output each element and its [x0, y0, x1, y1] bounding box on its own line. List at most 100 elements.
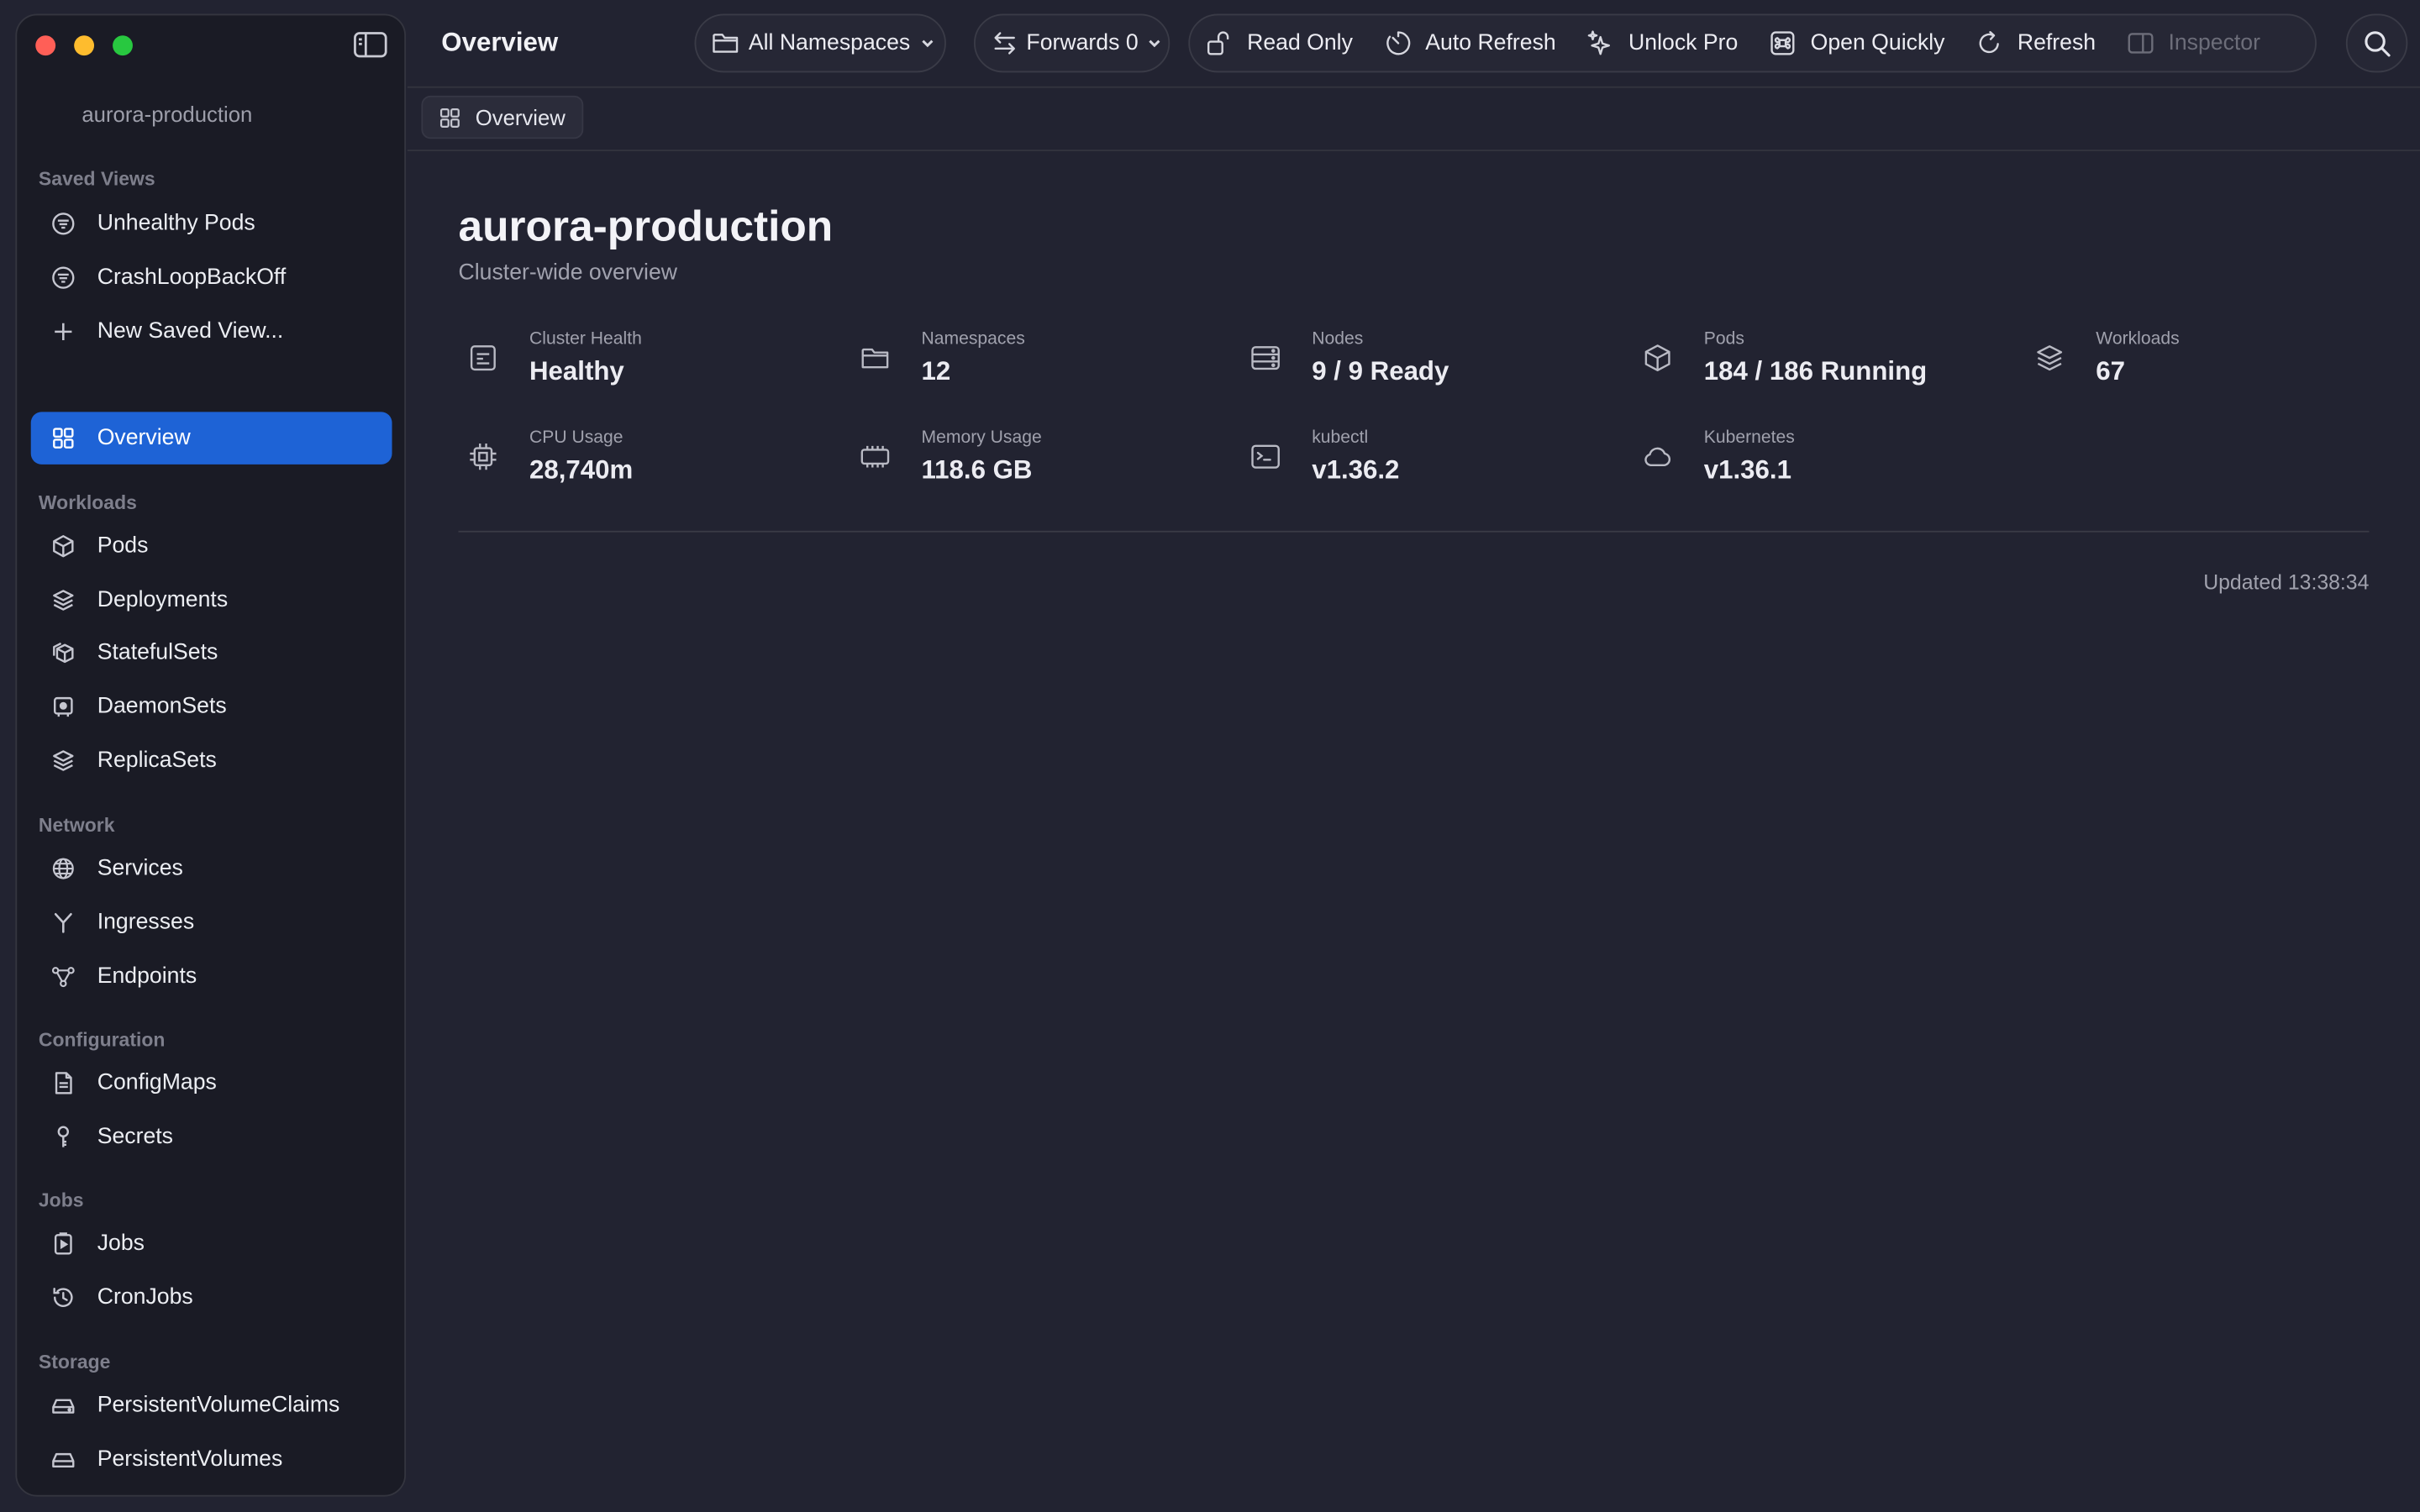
- sidebar-item-label: Endpoints: [97, 963, 197, 990]
- layers-icon: [2034, 343, 2065, 374]
- sidebar-item-configmaps[interactable]: ConfigMaps: [31, 1057, 392, 1109]
- sidebar-item-label: Overview: [97, 425, 191, 451]
- app-window: aurora-production Saved Views Unhealthy …: [0, 0, 2420, 1512]
- breadcrumb: Overview: [407, 88, 2420, 151]
- forwards-count: Forwards 0: [1026, 30, 1139, 56]
- stat-value: 184 / 186 Running: [1703, 356, 1928, 386]
- sidebar-item-label: StatefulSets: [97, 640, 218, 665]
- sidebar-item-endpoints[interactable]: Endpoints: [31, 950, 392, 1002]
- server-icon: [1250, 343, 1281, 374]
- updated-timestamp: Updated 13:38:34: [2203, 570, 2370, 595]
- stat-kubectl: kubectl v1.36.2: [1241, 429, 1612, 497]
- arrows-left-right-icon: [994, 32, 1015, 55]
- cluster-heading: aurora-production: [458, 202, 834, 250]
- sidebar-item-jobs[interactable]: Jobs: [31, 1217, 392, 1269]
- grid-icon: [439, 108, 460, 128]
- refresh-button[interactable]: Refresh: [1975, 29, 2096, 57]
- sidebar-item-label: PersistentVolumes: [97, 1446, 283, 1473]
- sidebar-item-deployments[interactable]: Deployments: [31, 574, 392, 626]
- drive-icon: [51, 1447, 76, 1472]
- section-storage: Storage: [38, 1351, 111, 1373]
- memory-chip-icon: [860, 441, 891, 472]
- sidebar-item-persistentvolumes[interactable]: PersistentVolumes: [31, 1433, 392, 1485]
- cube-icon: [1642, 343, 1673, 374]
- inspector-label: Inspector: [2168, 30, 2261, 56]
- breadcrumb-label: Overview: [475, 104, 566, 130]
- cluster-subheading: Cluster-wide overview: [458, 260, 678, 286]
- minimize-window-button[interactable]: [74, 35, 95, 56]
- sidebar-item-secrets[interactable]: Secrets: [31, 1110, 392, 1163]
- open-quickly-button[interactable]: Open Quickly: [1769, 29, 1945, 57]
- stat-value: 9 / 9 Ready: [1312, 356, 1449, 386]
- stat-namespaces: Namespaces 12: [850, 330, 1221, 398]
- sidebar: aurora-production Saved Views Unhealthy …: [15, 13, 407, 1497]
- command-key-icon: [1770, 31, 1795, 55]
- stat-memory-usage: Memory Usage 118.6 GB: [850, 429, 1221, 497]
- section-network: Network: [38, 814, 115, 837]
- sidebar-item-unhealthy-pods[interactable]: Unhealthy Pods: [31, 197, 392, 249]
- document-icon: [51, 1071, 76, 1095]
- toolbar: Overview All Namespaces Forwards 0 Read …: [407, 0, 2420, 88]
- chevron-down-icon: [921, 39, 933, 48]
- stat-label: Workloads: [2096, 330, 2180, 349]
- sidebar-item-ingresses[interactable]: Ingresses: [31, 896, 392, 948]
- stat-label: Cluster Health: [529, 330, 642, 349]
- stat-workloads: Workloads 67: [2025, 330, 2396, 398]
- cloud-icon: [1642, 441, 1673, 472]
- stat-value: Healthy: [529, 356, 624, 386]
- stat-value: v1.36.2: [1312, 454, 1400, 485]
- namespace-select-value: All Namespaces: [748, 30, 911, 56]
- sidebar-item-label: Services: [97, 856, 183, 881]
- globe-icon: [51, 856, 76, 880]
- cube-icon: [51, 534, 76, 559]
- zoom-window-button[interactable]: [113, 35, 133, 56]
- folder-icon: [713, 34, 739, 53]
- stat-cluster-health: Cluster Health Healthy: [459, 330, 829, 398]
- sidebar-item-persistentvolumeclaims[interactable]: PersistentVolumeClaims: [31, 1379, 392, 1431]
- sidebar-item-new-saved-view[interactable]: New Saved View...: [31, 306, 392, 358]
- unlock-pro-button[interactable]: Unlock Pro: [1586, 29, 1738, 57]
- sparkles-icon: [1588, 30, 1611, 55]
- unlock-pro-label: Unlock Pro: [1628, 30, 1739, 56]
- stat-kubernetes: Kubernetes v1.36.1: [1633, 429, 2003, 497]
- section-workloads: Workloads: [38, 491, 137, 514]
- drive-claim-icon: [51, 1394, 76, 1418]
- grid-icon: [51, 426, 76, 450]
- sidebar-item-replicasets[interactable]: ReplicaSets: [31, 734, 392, 786]
- stat-label: Pods: [1703, 330, 1744, 349]
- sidebar-item-label: Pods: [97, 533, 149, 559]
- forwards-select[interactable]: Forwards 0: [973, 13, 1171, 73]
- sidebar-item-services[interactable]: Services: [31, 843, 392, 895]
- stat-value: v1.36.1: [1703, 454, 1791, 485]
- stat-nodes: Nodes 9 / 9 Ready: [1241, 330, 1612, 398]
- stat-value: 67: [2096, 356, 2126, 386]
- search-button[interactable]: [2345, 13, 2408, 73]
- daemon-icon: [51, 695, 76, 719]
- search-icon: [2364, 30, 2390, 56]
- read-only-button[interactable]: Read Only: [1205, 29, 1353, 57]
- sidebar-item-cronjobs[interactable]: CronJobs: [31, 1271, 392, 1323]
- namespace-select[interactable]: All Namespaces: [694, 13, 946, 73]
- cluster-selector[interactable]: aurora-production: [82, 102, 252, 126]
- layers-icon: [51, 588, 76, 612]
- auto-refresh-button[interactable]: Auto Refresh: [1384, 29, 1556, 57]
- sidebar-item-statefulsets[interactable]: StatefulSets: [31, 627, 392, 679]
- breadcrumb-item-overview[interactable]: Overview: [421, 95, 584, 139]
- close-window-button[interactable]: [35, 35, 56, 56]
- sidebar-item-overview[interactable]: Overview: [30, 412, 392, 465]
- refresh-icon: [1979, 31, 2000, 54]
- job-play-icon: [51, 1231, 76, 1256]
- stat-label: Nodes: [1312, 330, 1364, 349]
- filter-icon: [51, 265, 76, 290]
- stat-label: Namespaces: [921, 330, 1025, 349]
- sidebar-item-pods[interactable]: Pods: [31, 520, 392, 572]
- sidebar-item-label: Ingresses: [97, 910, 195, 936]
- inspector-button[interactable]: Inspector: [2127, 29, 2260, 57]
- sidebar-toggle-icon[interactable]: [354, 31, 387, 59]
- sidebar-item-crashloopbackoff[interactable]: CrashLoopBackOff: [31, 251, 392, 303]
- fork-icon: [51, 911, 76, 935]
- terminal-icon: [1250, 441, 1281, 472]
- sidebar-item-label: PersistentVolumeClaims: [97, 1393, 340, 1418]
- divider: [458, 530, 2370, 533]
- sidebar-item-daemonsets[interactable]: DaemonSets: [31, 680, 392, 732]
